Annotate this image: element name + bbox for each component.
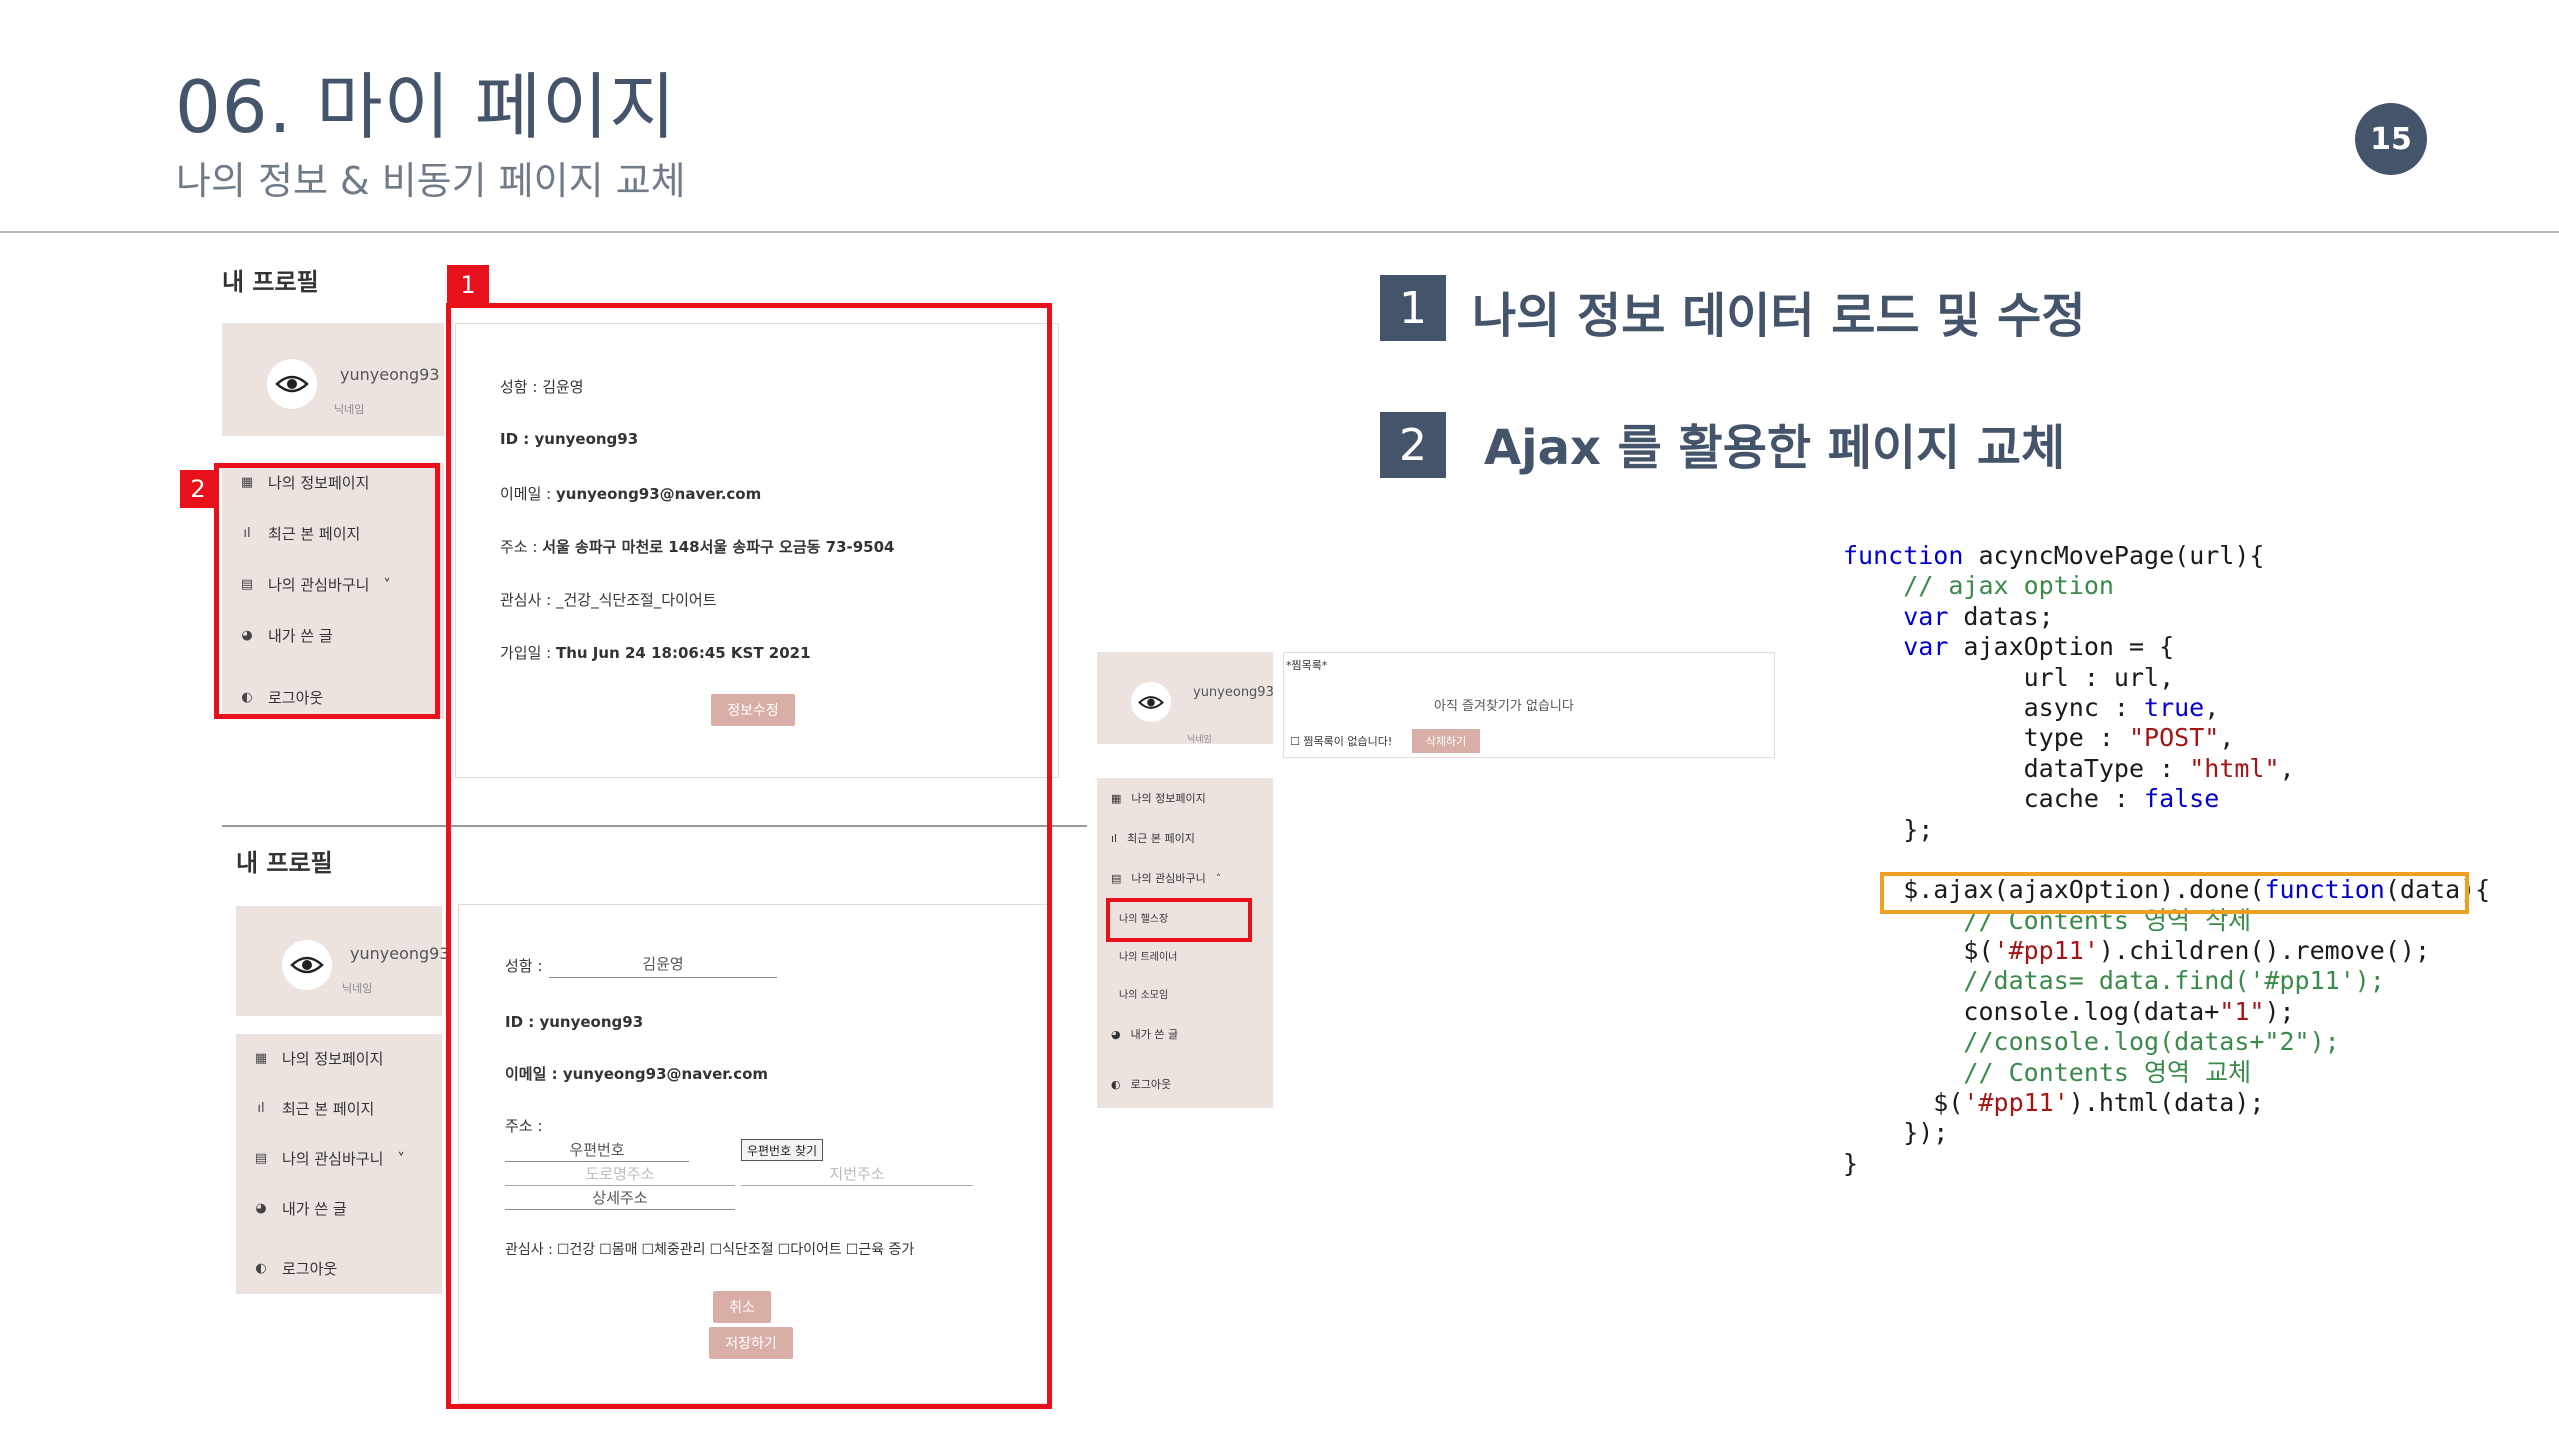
username: yunyeong93: [340, 365, 440, 384]
code-line: };: [1843, 814, 1934, 844]
favorites-panel: *찜목록* 아직 즐겨찾기가 없습니다 ☐ 찜목록이 없습니다! 삭제하기: [1283, 652, 1775, 758]
code-line: var ajaxOption = {: [1903, 632, 2175, 662]
code-line: // ajax option: [1843, 571, 2114, 601]
code-highlight-ajax: [1880, 872, 2469, 914]
code-line: dataType : "html",: [1843, 753, 2295, 783]
code-line: type : "POST",: [1843, 723, 2235, 753]
code-line: }: [1843, 1148, 1859, 1178]
code-line: async : true,: [1843, 692, 2220, 722]
header-divider: [0, 231, 2559, 233]
sidebar-subitem-my-trainer[interactable]: 나의 트레이너: [1119, 948, 1177, 963]
feature-text-1: 나의 정보 데이터 로드 및 수정: [1472, 288, 2086, 344]
code-line: });: [1843, 1118, 1949, 1148]
callout-tag-1: 1: [447, 265, 489, 305]
code-line: var datas;: [1903, 601, 2054, 631]
avatar[interactable]: [282, 940, 332, 990]
code-line: cache : false: [1843, 784, 2220, 814]
feature-number-2: 2: [1380, 412, 1446, 478]
palette-icon: ◕: [255, 1201, 267, 1216]
slide-subtitle: 나의 정보 & 비동기 페이지 교체: [176, 159, 686, 203]
code-snippet: function acyncMovePage(url){ // ajax opt…: [1843, 541, 2490, 1179]
code-line: url : url,: [1843, 662, 2175, 692]
profile-edit-card: yunyeong93 닉네임: [236, 906, 450, 1016]
sidebar-item-recent[interactable]: ıl 최근 본 페이지: [254, 1098, 374, 1119]
code-line: //datas= data.find('#pp11');: [1843, 966, 2385, 996]
sidebar-item-my-posts[interactable]: ◕ 내가 쓴 글: [1111, 1026, 1178, 1042]
profile-title: 내 프로필: [222, 268, 319, 296]
code-line: $('#pp11').html(data);: [1843, 1088, 2265, 1118]
logout-icon: ◐: [1111, 1077, 1121, 1091]
mini-sidebar: ▦ 나의 정보페이지 ıl 최근 본 페이지 ▤ 나의 관심바구니 ˄ 나의 헬…: [1097, 778, 1273, 1108]
sidebar-item-basket[interactable]: ▤ 나의 관심바구니 ˅: [254, 1148, 405, 1169]
favorites-title: *찜목록*: [1286, 659, 1328, 672]
delete-button[interactable]: 삭제하기: [1412, 729, 1480, 753]
sidebar-item-recent[interactable]: ıl 최근 본 페이지: [1111, 830, 1195, 846]
sidebar-item-logout[interactable]: ◐ 로그아웃: [254, 1258, 337, 1279]
callout-tag-2: 2: [180, 470, 216, 508]
grid-icon: ▦: [254, 1051, 268, 1066]
feature-number-1: 1: [1380, 275, 1446, 341]
sidebar-item-basket[interactable]: ▤ 나의 관심바구니 ˄: [1111, 870, 1221, 886]
chart-icon: ıl: [1111, 831, 1118, 845]
code-line: //console.log(datas+"2");: [1843, 1027, 2340, 1057]
profile-edit-title: 내 프로필: [236, 849, 333, 877]
no-favorites-checkbox[interactable]: ☐ 찜목록이 없습니다!: [1290, 733, 1392, 749]
sidebar-item-my-info[interactable]: ▦ 나의 정보페이지: [254, 1048, 384, 1069]
chart-icon: ıl: [257, 1101, 265, 1116]
nickname: 닉네임: [1187, 735, 1212, 745]
username: yunyeong93: [1193, 685, 1274, 700]
grid-icon: ▦: [1111, 791, 1122, 805]
feature-text-2: Ajax 를 활용한 페이지 교체: [1484, 420, 2066, 476]
sidebar-item-my-info[interactable]: ▦ 나의 정보페이지: [1111, 790, 1206, 806]
profile-edit-sidebar: ▦ 나의 정보페이지 ıl 최근 본 페이지 ▤ 나의 관심바구니 ˅ ◕ 내가…: [236, 1034, 442, 1294]
palette-icon: ◕: [1111, 1027, 1121, 1041]
eye-icon: [275, 375, 309, 393]
sidebar-item-my-posts[interactable]: ◕ 내가 쓴 글: [254, 1198, 346, 1219]
sidebar-item-logout[interactable]: ◐ 로그아웃: [1111, 1076, 1171, 1092]
page-number-badge: 15: [2355, 103, 2427, 175]
book-icon: ▤: [254, 1151, 268, 1166]
code-line: $('#pp11').children().remove();: [1843, 936, 2431, 966]
nickname: 닉네임: [334, 403, 365, 416]
chevron-down-icon: ˅: [397, 1149, 405, 1168]
nickname: 닉네임: [342, 982, 373, 995]
avatar[interactable]: [267, 359, 317, 409]
mini-profile-card: yunyeong93 닉네임: [1097, 652, 1274, 745]
eye-icon: [290, 956, 324, 974]
username: yunyeong93: [350, 944, 450, 963]
code-line: // Contents 영역 교체: [1843, 1057, 2252, 1087]
book-icon: ▤: [1111, 871, 1122, 885]
code-line: console.log(data+"1");: [1843, 996, 2295, 1026]
logout-icon: ◐: [255, 1261, 267, 1276]
callout-box-1: [446, 303, 1052, 1409]
chevron-up-icon: ˄: [1215, 871, 1222, 885]
slide-title: 06. 마이 페이지: [175, 65, 677, 149]
callout-box-2: [214, 463, 440, 719]
highlight-my-gym: [1106, 898, 1252, 942]
empty-favorites-message: 아직 즐겨찾기가 없습니다: [1434, 699, 1574, 714]
profile-card: yunyeong93 닉네임: [222, 323, 444, 436]
sidebar-subitem-my-group[interactable]: 나의 소모임: [1119, 986, 1168, 1001]
avatar[interactable]: [1131, 682, 1171, 722]
eye-icon: [1138, 695, 1164, 709]
code-line: function acyncMovePage(url){: [1843, 541, 2265, 570]
